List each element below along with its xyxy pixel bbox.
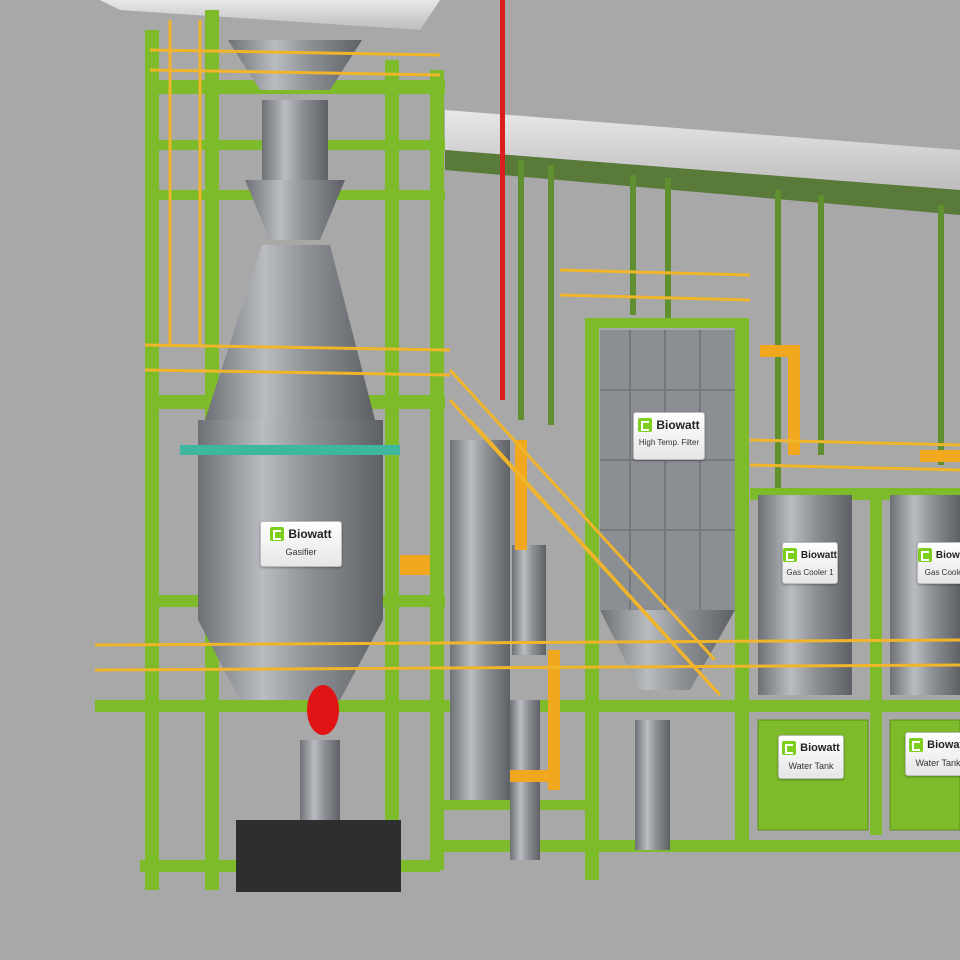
brand-name: Biowatt	[656, 418, 700, 432]
brand-name: Biowatt	[935, 549, 960, 561]
roof-top	[100, 0, 440, 30]
red-valve	[307, 685, 339, 735]
biowatt-logo-icon	[909, 738, 924, 752]
gasifier-label-plate: Biowatt Gasifier	[260, 521, 342, 567]
brand-name: Biowatt	[927, 739, 960, 751]
red-pipe	[500, 0, 505, 400]
cooler2-label: Gas Cooler	[924, 568, 960, 577]
column	[450, 440, 510, 800]
brand-name: Biowatt	[800, 549, 837, 561]
tank2-label: Water Tank	[915, 758, 960, 768]
plant-render	[94, 0, 960, 892]
brand-name: Biowatt	[288, 527, 332, 541]
biowatt-logo-icon	[783, 548, 797, 562]
ash-bin	[236, 820, 401, 892]
tank1-label-plate: Biowatt Water Tank	[778, 735, 844, 779]
biowatt-logo-icon	[638, 418, 653, 432]
biowatt-logo-icon	[270, 527, 285, 541]
filter-box	[600, 330, 735, 610]
filter-label: High Temp. Filter	[638, 438, 700, 447]
biowatt-logo-icon	[918, 548, 932, 562]
gasifier-label: Gasifier	[285, 547, 317, 557]
brand-name: Biowatt	[800, 742, 840, 754]
cooler1-label-plate: Biowatt Gas Cooler 1	[782, 542, 838, 584]
tank1-label: Water Tank	[788, 761, 834, 771]
filter-label-plate: Biowatt High Temp. Filter	[633, 412, 705, 460]
cooler2-label-plate: Biowatt Gas Cooler	[917, 542, 960, 584]
biowatt-logo-icon	[782, 741, 797, 755]
tank2-label-plate: Biowatt Water Tank	[905, 732, 960, 776]
cooler1-label: Gas Cooler 1	[786, 568, 834, 577]
